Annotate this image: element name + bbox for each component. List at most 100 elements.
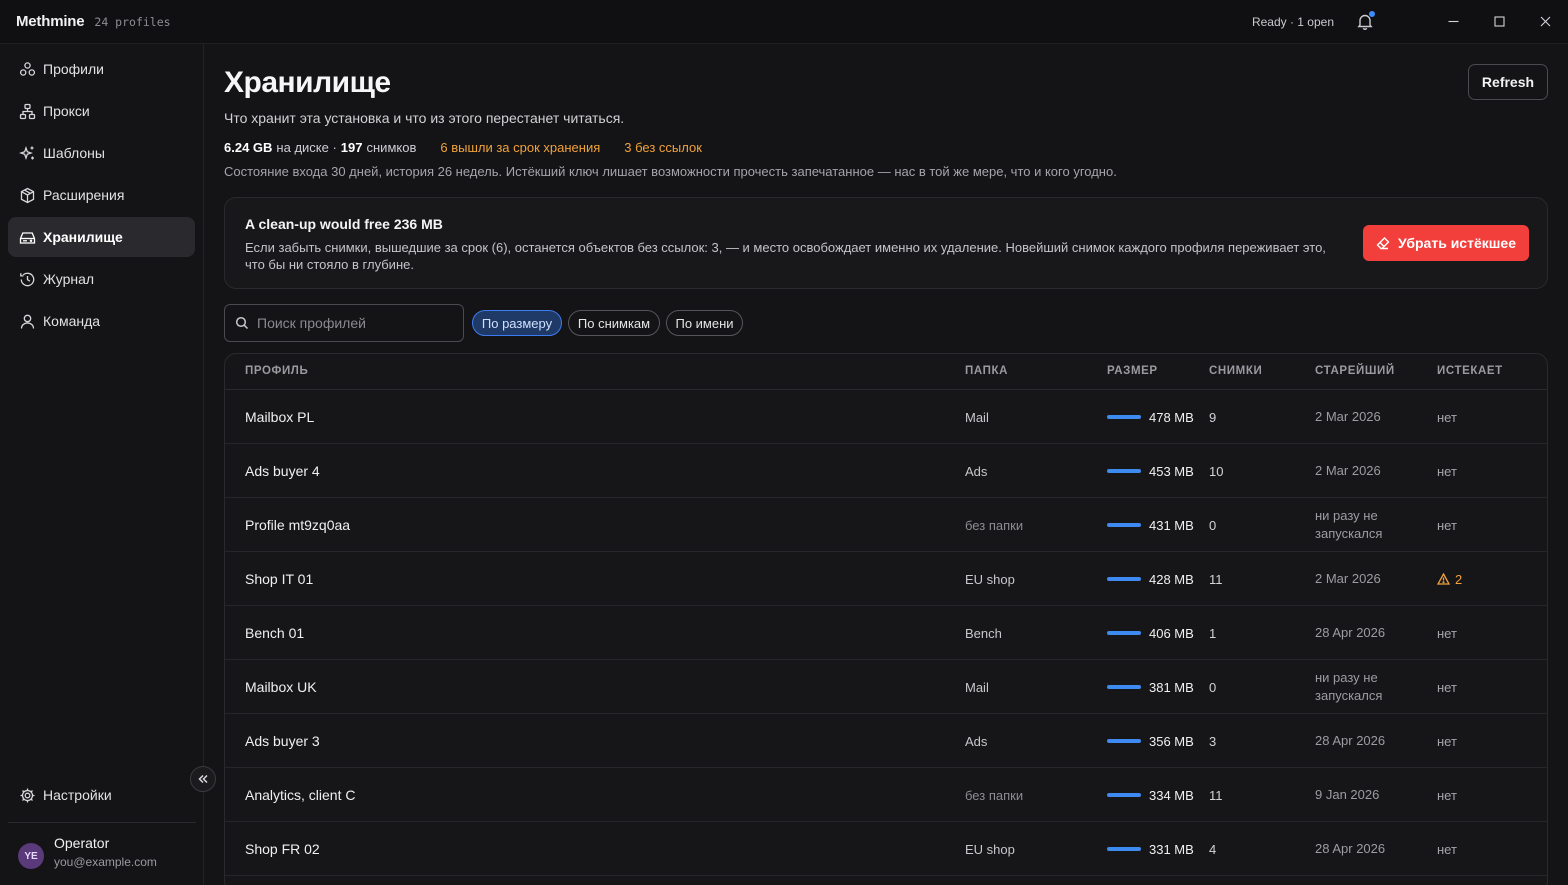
storage-icon <box>18 228 36 246</box>
header-snapshots[interactable]: СНИМКИ <box>1209 365 1262 377</box>
profile-size: 406 MB <box>1107 606 1194 660</box>
oldest-snapshot: 2 Mar 2026 <box>1315 409 1381 424</box>
sidebar-item-storage[interactable]: Хранилище <box>8 217 195 257</box>
profile-name: Analytics, client C <box>245 787 356 803</box>
search-icon <box>235 316 249 330</box>
cleanup-title: A clean-up would free 236 MB <box>245 216 443 232</box>
profile-size: 334 MB <box>1107 768 1194 822</box>
page-title: Хранилище <box>224 66 391 99</box>
avatar: YE <box>18 843 44 869</box>
collapse-sidebar-button[interactable] <box>190 766 216 792</box>
maximize-button[interactable] <box>1476 0 1522 44</box>
header-profile[interactable]: ПРОФИЛЬ <box>245 365 308 377</box>
proxy-icon <box>18 102 36 120</box>
profile-size: 331 MB <box>1107 822 1194 876</box>
expires-value: нет <box>1437 517 1457 533</box>
snapshot-count: 1 <box>1209 625 1217 641</box>
header-size[interactable]: РАЗМЕР <box>1107 365 1158 377</box>
oldest-snapshot: 2 Mar 2026 <box>1315 463 1381 478</box>
sort-by-size-chip[interactable]: По размеру <box>472 310 562 336</box>
disk-usage-value: 6.24 GB <box>224 140 273 155</box>
sidebar-item-extensions[interactable]: Расширения <box>8 175 195 215</box>
profile-folder: Bench <box>965 625 1002 641</box>
size-value: 356 MB <box>1149 733 1194 749</box>
table-row[interactable]: Mailbox UK Mail 381 MB 0 ни разу не запу… <box>225 660 1547 714</box>
sidebar-item-settings[interactable]: Настройки <box>8 775 196 815</box>
profile-folder: Mail <box>965 409 989 425</box>
profile-name: Ads buyer 4 <box>245 463 320 479</box>
profile-size: 356 MB <box>1107 714 1194 768</box>
sort-by-snapshots-chip[interactable]: По снимкам <box>568 310 660 336</box>
settings-label: Настройки <box>43 787 112 803</box>
profile-folder: Ads <box>965 463 988 479</box>
sidebar-item-label: Шаблоны <box>43 145 105 161</box>
profile-name: Bench 01 <box>245 625 305 641</box>
size-bar <box>1107 631 1141 635</box>
templates-icon <box>18 144 36 162</box>
expires-value: нет <box>1437 733 1457 749</box>
user-email: you@example.com <box>54 855 157 869</box>
status-text: Ready · 1 open <box>1251 14 1334 29</box>
oldest-snapshot: ни разу не запускался <box>1315 508 1383 541</box>
profile-name: Mailbox PL <box>245 409 315 425</box>
search-input[interactable] <box>257 315 447 331</box>
header-folder[interactable]: ПАПКА <box>965 365 1008 377</box>
retention-note: Состояние входа 30 дней, история 26 неде… <box>224 164 1117 179</box>
profile-size: 478 MB <box>1107 390 1194 444</box>
sort-by-name-chip[interactable]: По имени <box>666 310 743 336</box>
expires-value: нет <box>1437 787 1457 803</box>
table-row[interactable]: Shop FR 02 EU shop 331 MB 4 28 Apr 2026 … <box>225 822 1547 876</box>
expires-value: нет <box>1437 409 1457 425</box>
refresh-button[interactable]: Refresh <box>1468 64 1548 100</box>
table-row[interactable]: Bench 01 Bench 406 MB 1 28 Apr 2026 нет <box>225 606 1547 660</box>
table-row[interactable]: Analytics, client C без папки 334 MB 11 … <box>225 768 1547 822</box>
size-bar <box>1107 415 1141 419</box>
snapshot-count: 0 <box>1209 679 1217 695</box>
gear-icon <box>18 786 36 804</box>
purge-expired-button[interactable]: Убрать истёкшее <box>1363 225 1529 261</box>
close-button[interactable] <box>1522 0 1568 44</box>
expires-value: 2 <box>1455 571 1463 587</box>
profile-folder: EU shop <box>965 841 1015 857</box>
size-value: 381 MB <box>1149 679 1194 695</box>
expires-value: нет <box>1437 841 1457 857</box>
table-row[interactable]: Mailbox PL Mail 478 MB 9 2 Mar 2026 нет <box>225 390 1547 444</box>
profile-folder: EU shop <box>965 571 1015 587</box>
size-bar <box>1107 739 1141 743</box>
cleanup-text: Если забыть снимки, вышедшие за срок (6)… <box>245 240 1326 272</box>
size-value: 331 MB <box>1149 841 1194 857</box>
size-bar <box>1107 685 1141 689</box>
table-row[interactable]: Ads buyer 4 Ads 453 MB 10 2 Mar 2026 нет <box>225 444 1547 498</box>
profile-size: 381 MB <box>1107 660 1194 714</box>
size-bar <box>1107 847 1141 851</box>
table-row[interactable]: Profile mt9zq0aa без папки 431 MB 0 ни р… <box>225 498 1547 552</box>
profiles-icon <box>18 60 36 78</box>
header-oldest[interactable]: СТАРЕЙШИЙ <box>1315 365 1395 377</box>
user-card[interactable]: YE Operator you@example.com <box>8 822 196 869</box>
snapshot-count: 0 <box>1209 517 1217 533</box>
sidebar-item-profiles[interactable]: Профили <box>8 49 195 89</box>
snapshots-label: снимков <box>366 140 417 155</box>
profile-search[interactable] <box>224 304 464 342</box>
orphaned-count: 3 без ссылок <box>624 140 702 155</box>
profile-folder: без папки <box>965 787 1024 803</box>
extensions-icon <box>18 186 36 204</box>
table-row[interactable]: Shop IT 01 EU shop 428 MB 11 2 Mar 2026 … <box>225 552 1547 606</box>
minimize-button[interactable] <box>1430 0 1476 44</box>
expires-warning: 2 <box>1437 552 1462 606</box>
header-expires[interactable]: ИСТЕКАЕТ <box>1437 365 1503 377</box>
snapshots-count: 197 <box>340 140 363 155</box>
notifications-bell-icon[interactable] <box>1356 10 1375 31</box>
size-value: 428 MB <box>1149 571 1194 587</box>
profile-name: Ads buyer 3 <box>245 733 320 749</box>
sidebar-item-team[interactable]: Команда <box>8 301 195 341</box>
sidebar-item-templates[interactable]: Шаблоны <box>8 133 195 173</box>
sidebar-item-proxy[interactable]: Прокси <box>8 91 195 131</box>
expires-value: нет <box>1437 463 1457 479</box>
size-bar <box>1107 577 1141 581</box>
sidebar-item-history[interactable]: Журнал <box>8 259 195 299</box>
table-row[interactable]: Ads buyer 3 Ads 356 MB 3 28 Apr 2026 нет <box>225 714 1547 768</box>
profile-folder: Mail <box>965 679 989 695</box>
sidebar-item-label: Профили <box>43 61 104 77</box>
snapshot-count: 10 <box>1209 463 1224 479</box>
